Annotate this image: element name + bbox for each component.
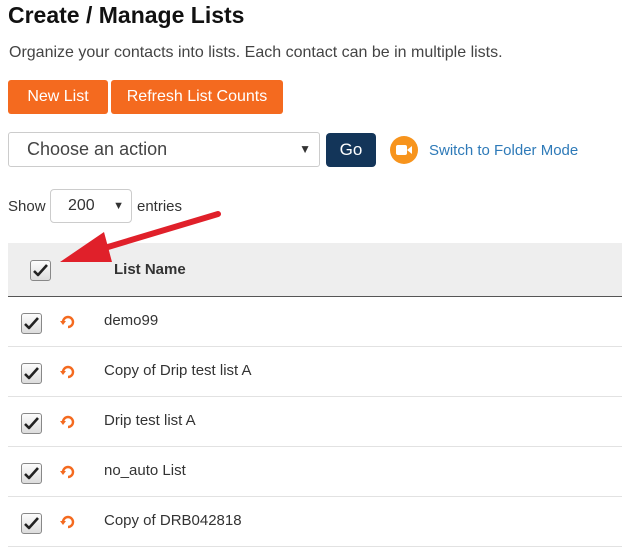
row-checkbox[interactable] [21, 463, 42, 484]
go-button[interactable]: Go [326, 133, 376, 167]
list-name[interactable]: demo99 [104, 312, 158, 329]
sync-icon[interactable] [60, 315, 76, 329]
sync-icon[interactable] [60, 465, 76, 479]
checkmark-icon [33, 264, 48, 277]
video-camera-icon [390, 136, 418, 164]
page-title: Create / Manage Lists [8, 2, 245, 28]
caret-down-icon: ▼ [299, 142, 311, 156]
checkmark-icon [24, 517, 39, 530]
checkmark-icon [24, 317, 39, 330]
page-description: Organize your contacts into lists. Each … [9, 44, 503, 61]
row-checkbox[interactable] [21, 413, 42, 434]
show-label: Show [8, 198, 46, 215]
action-select-value: Choose an action [27, 139, 168, 159]
list-name[interactable]: no_auto List [104, 462, 186, 479]
entries-label: entries [137, 198, 183, 215]
checkmark-icon [24, 467, 39, 480]
column-header-list-name[interactable]: List Name [114, 261, 186, 278]
sync-icon[interactable] [60, 365, 76, 379]
table-row: Copy of Drip test list A [8, 347, 622, 397]
list-name[interactable]: Copy of Drip test list A [104, 362, 252, 379]
list-name[interactable]: Copy of DRB042818 [104, 512, 242, 529]
action-select[interactable]: Choose an action ▼ [8, 132, 320, 167]
sync-icon[interactable] [60, 415, 76, 429]
row-checkbox[interactable] [21, 513, 42, 534]
row-checkbox[interactable] [21, 363, 42, 384]
refresh-list-counts-button[interactable]: Refresh List Counts [111, 80, 283, 114]
table-row: no_auto List [8, 447, 622, 497]
list-name[interactable]: Drip test list A [104, 412, 196, 429]
row-checkbox[interactable] [21, 313, 42, 334]
new-list-button[interactable]: New List [8, 80, 108, 114]
entries-select-value: 200 [68, 197, 95, 214]
table-row: Drip test list A [8, 397, 622, 447]
checkmark-icon [24, 367, 39, 380]
caret-down-icon: ▼ [113, 200, 124, 212]
table-row: Copy of DRB042818 [8, 497, 622, 547]
switch-folder-mode-label: Switch to Folder Mode [429, 141, 579, 159]
switch-folder-mode-link[interactable]: Switch to Folder Mode [390, 135, 578, 165]
lists-table: List Name demo99 Copy of Drip test list … [8, 243, 622, 547]
table-header: List Name [8, 243, 622, 297]
checkmark-icon [24, 417, 39, 430]
entries-per-page-select[interactable]: 200 ▼ [50, 189, 132, 223]
select-all-checkbox[interactable] [30, 260, 51, 281]
sync-icon[interactable] [60, 515, 76, 529]
table-row: demo99 [8, 297, 622, 347]
